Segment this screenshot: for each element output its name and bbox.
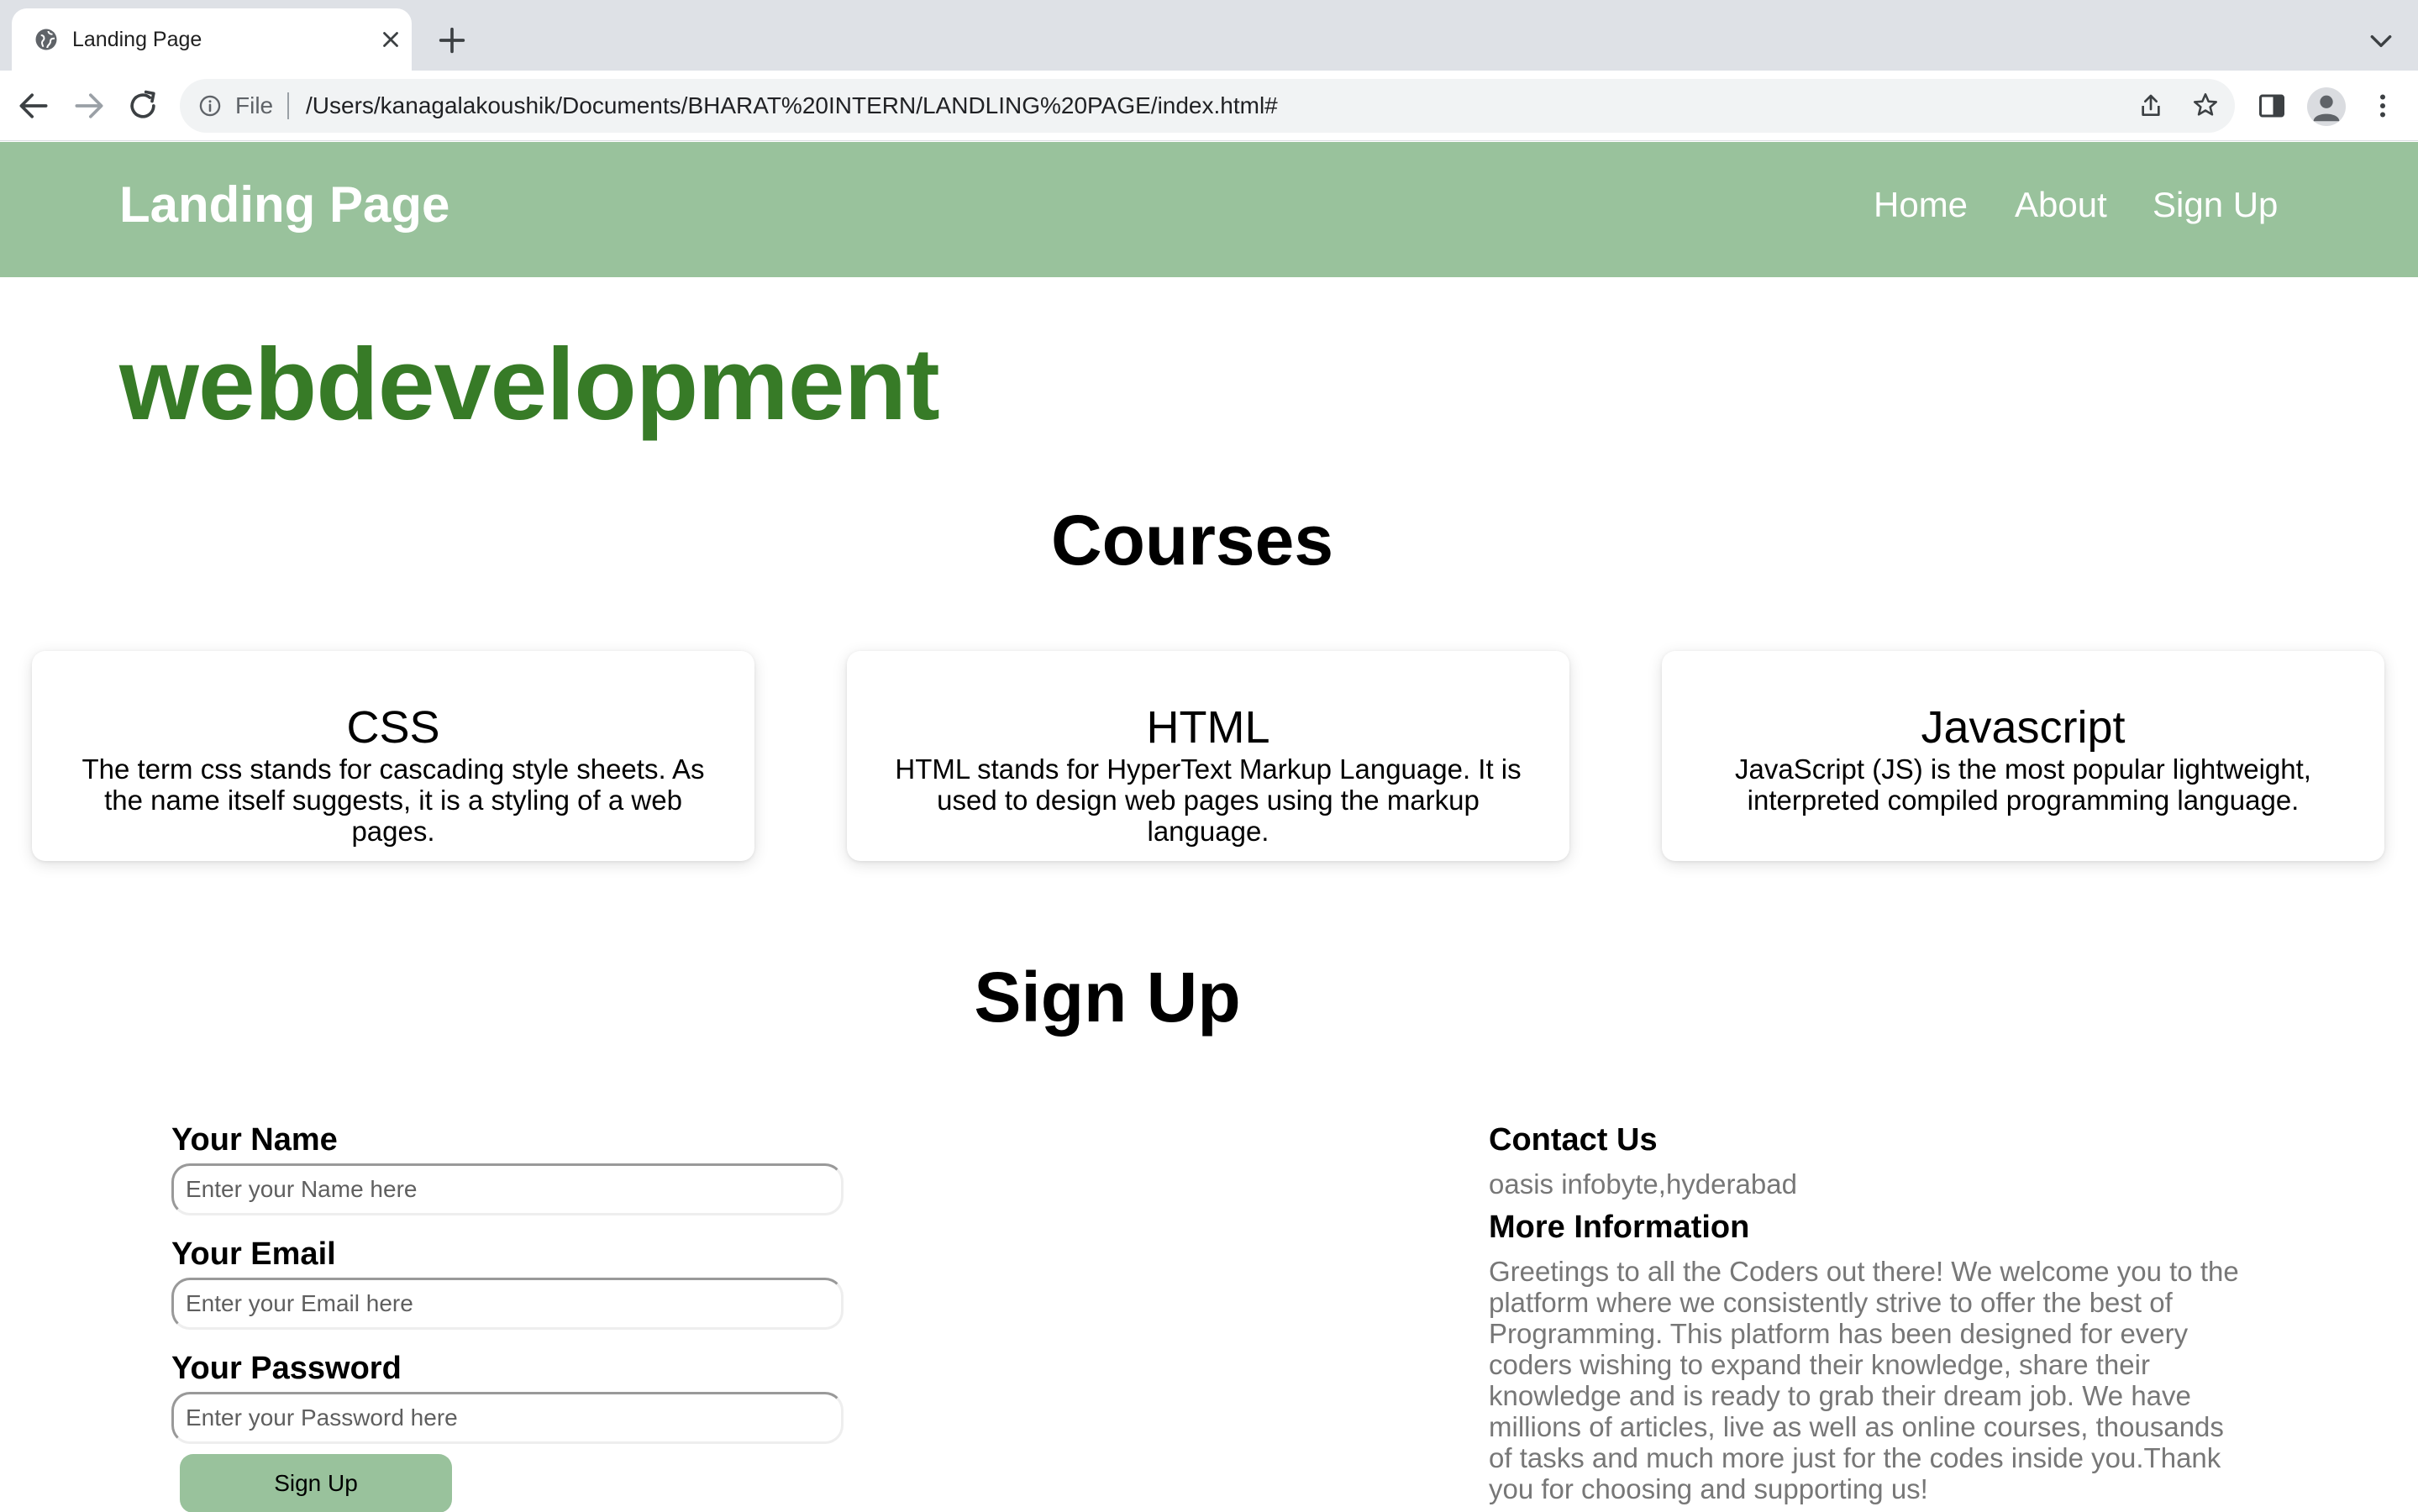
courses-heading: Courses bbox=[1050, 501, 1334, 580]
new-tab-plus-icon[interactable] bbox=[435, 24, 469, 57]
globe-icon bbox=[35, 29, 57, 50]
person-icon bbox=[2313, 95, 2340, 122]
side-panel-icon[interactable] bbox=[2257, 91, 2287, 121]
hero-title: webdevelopment bbox=[119, 327, 940, 441]
password-label: Your Password bbox=[171, 1351, 402, 1386]
reload-icon[interactable] bbox=[124, 87, 161, 124]
course-description: JavaScript (JS) is the most popular ligh… bbox=[1735, 753, 2311, 816]
signup-heading: Sign Up bbox=[974, 958, 1241, 1037]
site-brand: Landing Page bbox=[119, 176, 450, 233]
name-label: Your Name bbox=[171, 1122, 338, 1158]
course-title: Javascript bbox=[1921, 702, 2126, 753]
chevron-down-icon[interactable] bbox=[2368, 32, 2394, 50]
name-input[interactable] bbox=[171, 1163, 844, 1215]
course-card-html: HTML HTML stands for HyperText Markup La… bbox=[847, 651, 1569, 861]
course-card-css: CSS The term css stands for cascading st… bbox=[32, 651, 754, 861]
password-input[interactable] bbox=[171, 1392, 844, 1444]
close-icon[interactable] bbox=[378, 27, 403, 52]
course-title: CSS bbox=[346, 702, 440, 753]
browser-toolbar: File /Users/kanagalakoushik/Documents/BH… bbox=[0, 71, 2418, 141]
nav-link-sign-up[interactable]: Sign Up bbox=[2153, 184, 2278, 226]
browser-tab-strip: Landing Page bbox=[0, 0, 2418, 71]
nav-link-home[interactable]: Home bbox=[1874, 184, 1968, 226]
course-card-javascript: Javascript JavaScript (JS) is the most p… bbox=[1662, 651, 2384, 861]
site-navbar: Landing Page Home About Sign Up bbox=[0, 142, 2418, 277]
forward-arrow-icon[interactable] bbox=[71, 87, 108, 124]
more-info-heading: More Information bbox=[1489, 1210, 1750, 1245]
profile-avatar[interactable] bbox=[2307, 87, 2346, 126]
more-info-text: Greetings to all the Coders out there! W… bbox=[1489, 1256, 2239, 1504]
url-separator bbox=[287, 92, 289, 119]
browser-tab[interactable]: Landing Page bbox=[12, 8, 412, 71]
share-icon[interactable] bbox=[2137, 92, 2164, 119]
email-label: Your Email bbox=[171, 1236, 336, 1272]
contact-address: oasis infobyte,hyderabad bbox=[1489, 1168, 1797, 1200]
nav-link-about[interactable]: About bbox=[2015, 184, 2107, 226]
email-input[interactable] bbox=[171, 1278, 844, 1330]
url-text[interactable]: /Users/kanagalakoushik/Documents/BHARAT%… bbox=[306, 92, 1278, 119]
info-icon[interactable] bbox=[198, 94, 222, 118]
url-scheme-label: File bbox=[235, 92, 274, 118]
address-bar[interactable]: File /Users/kanagalakoushik/Documents/BH… bbox=[180, 79, 2235, 133]
tab-title: Landing Page bbox=[72, 28, 202, 51]
course-description: The term css stands for cascading style … bbox=[81, 753, 705, 847]
bookmark-star-icon[interactable] bbox=[2191, 91, 2220, 119]
back-arrow-icon[interactable] bbox=[15, 87, 52, 124]
more-options-icon[interactable] bbox=[2368, 89, 2398, 123]
sign-up-button[interactable]: Sign Up bbox=[180, 1454, 452, 1512]
course-description: HTML stands for HyperText Markup Languag… bbox=[895, 753, 1522, 847]
contact-heading: Contact Us bbox=[1489, 1122, 1658, 1158]
course-title: HTML bbox=[1146, 702, 1270, 753]
page-content: Landing Page Home About Sign Up webdevel… bbox=[0, 142, 2418, 1512]
